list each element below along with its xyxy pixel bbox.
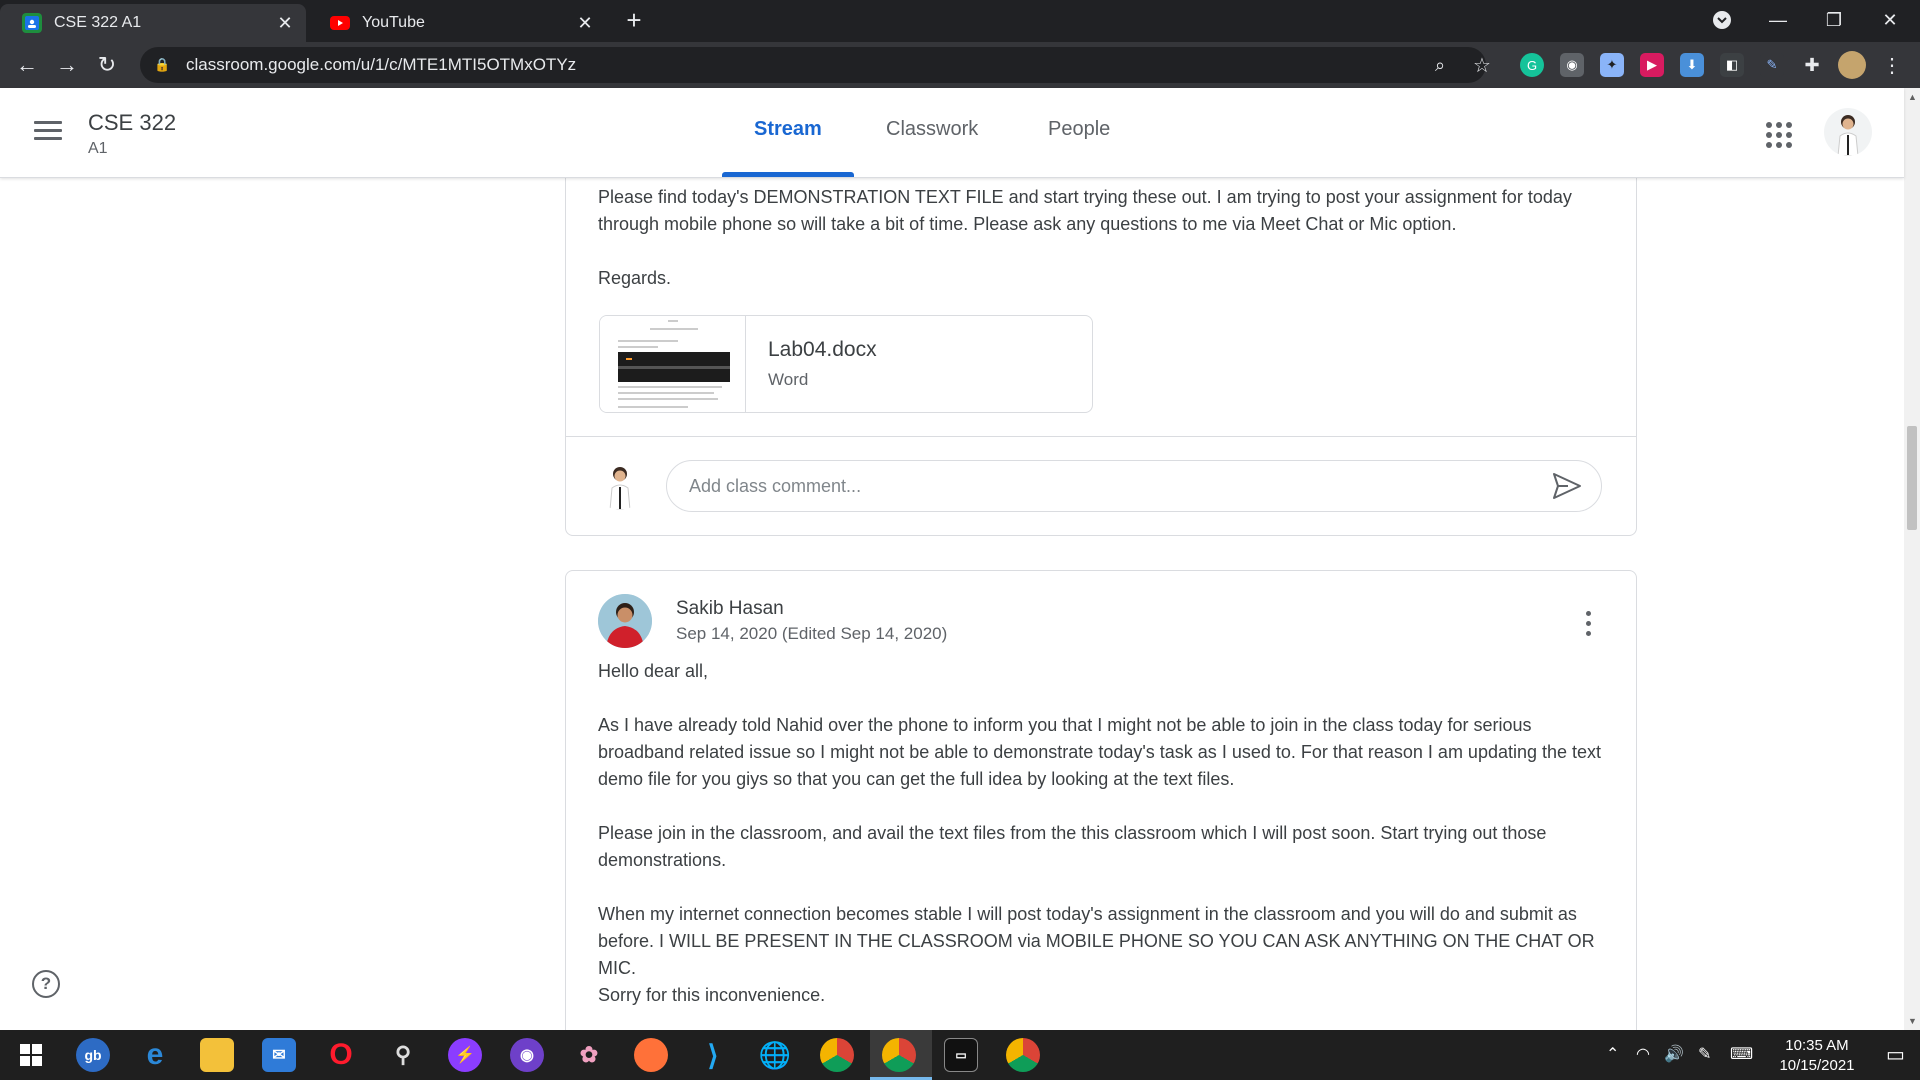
tab-youtube[interactable]: YouTube ✕ [308, 4, 606, 42]
pen-extension-icon[interactable]: ✎ [1760, 53, 1784, 77]
download-extension-icon[interactable]: ⬇ [1680, 53, 1704, 77]
extensions-puzzle-icon[interactable]: ✚ [1800, 53, 1824, 77]
tab-stream[interactable]: Stream [754, 118, 822, 141]
browser-toolbar: ← → ↻ 🔒 classroom.google.com/u/1/c/MTE1M… [0, 42, 1920, 88]
class-name[interactable]: CSE 322 [88, 110, 176, 136]
attachment-type: Word [768, 370, 809, 389]
reload-icon[interactable]: ↻ [90, 48, 124, 82]
page-scrollbar[interactable]: ▲ ▼ [1904, 88, 1920, 1030]
paint-app-icon[interactable]: ✿ [572, 1038, 606, 1072]
zoom-icon[interactable]: ⌕ [1428, 53, 1452, 77]
vscode-icon[interactable]: ⟩ [696, 1038, 730, 1072]
back-icon[interactable]: ← [10, 48, 44, 82]
forward-icon[interactable]: → [50, 48, 84, 82]
notification-icon[interactable]: ▭ [1886, 1042, 1905, 1067]
restore-icon[interactable]: ❐ [1806, 0, 1862, 40]
chrome-profile-icon[interactable] [882, 1038, 916, 1072]
comment-divider [566, 436, 1636, 437]
tab-people[interactable]: People [1048, 118, 1110, 141]
vpn-extension-icon[interactable]: ✦ [1600, 53, 1624, 77]
scroll-thumb[interactable] [1907, 426, 1917, 530]
search-app-icon[interactable]: gb [76, 1038, 110, 1072]
satellite-app-icon[interactable]: ⚲ [386, 1038, 420, 1072]
file-explorer-icon[interactable] [200, 1038, 234, 1072]
post-author: Sakib Hasan [676, 598, 784, 619]
close-tab-icon[interactable]: ✕ [274, 13, 296, 34]
messenger-icon[interactable]: ⚡ [448, 1038, 482, 1072]
grammarly-icon[interactable]: G [1520, 53, 1544, 77]
classroom-header: CSE 322 A1 Stream Classwork People [0, 88, 1904, 178]
attachment-name: Lab04.docx [768, 338, 877, 361]
post-body-paragraph: Please find today's DEMONSTRATION TEXT F… [598, 187, 1572, 234]
keyboard-icon[interactable]: ⌨ [1730, 1044, 1753, 1064]
google-apps-icon[interactable] [1762, 118, 1794, 150]
class-comment-input[interactable]: Add class comment... [666, 460, 1602, 512]
active-tab-indicator [722, 172, 854, 177]
youtube-icon [330, 13, 350, 33]
post-body-paragraph: Hello dear all, [598, 661, 709, 681]
bookmark-star-icon[interactable]: ☆ [1470, 53, 1494, 77]
lock-icon: 🔒 [154, 57, 171, 72]
tab-title: CSE 322 A1 [54, 14, 142, 31]
hamburger-menu-icon[interactable] [30, 116, 66, 152]
volume-icon[interactable]: 🔊 [1664, 1044, 1684, 1064]
more-options-icon[interactable] [1578, 608, 1598, 638]
edge-icon[interactable]: e [138, 1038, 172, 1072]
help-icon[interactable]: ? [32, 970, 60, 998]
taskbar-clock[interactable]: 10:35 AM 10/15/2021 [1762, 1036, 1872, 1076]
minimize-icon[interactable]: — [1750, 0, 1806, 40]
close-tab-icon[interactable]: ✕ [574, 13, 596, 34]
windows-taskbar: gb e ✉ O ⚲ ⚡ ◉ ✿ ⟩ 🌐 ▭ ⌃ ◠ 🔊 ✎ ⌨ 10:35 A… [0, 1030, 1920, 1080]
post-date: Sep 14, 2020 (Edited Sep 14, 2020) [676, 624, 948, 643]
class-section: A1 [88, 140, 108, 157]
new-tab-button[interactable]: + [608, 0, 660, 40]
document-thumbnail [600, 316, 746, 412]
pen-icon[interactable]: ✎ [1698, 1044, 1711, 1064]
profile-avatar-icon[interactable] [1838, 51, 1866, 79]
close-window-icon[interactable]: ✕ [1862, 0, 1918, 40]
windows-start-icon[interactable] [14, 1038, 48, 1072]
address-bar[interactable]: 🔒 classroom.google.com/u/1/c/MTE1MTI5OTM… [140, 47, 1486, 83]
browser-tab-strip: CSE 322 A1 ✕ YouTube ✕ + — ❐ ✕ [0, 0, 1920, 42]
play-extension-icon[interactable]: ▶ [1640, 53, 1664, 77]
opera-icon[interactable]: O [324, 1038, 358, 1072]
camera-extension-icon[interactable]: ◉ [1560, 53, 1584, 77]
chrome-icon[interactable] [820, 1038, 854, 1072]
chrome-menu-icon[interactable]: ⋮ [1880, 53, 1904, 77]
mail-icon[interactable]: ✉ [262, 1038, 296, 1072]
post-body-paragraph: Regards. [598, 268, 672, 288]
terminal-icon[interactable]: ▭ [944, 1038, 978, 1072]
scroll-up-icon[interactable]: ▲ [1908, 92, 1917, 102]
scroll-down-icon[interactable]: ▼ [1908, 1016, 1917, 1026]
attachment-card[interactable]: Lab04.docx Word [599, 315, 1093, 413]
post-body-paragraph: Please join in the classroom, and avail … [598, 823, 1547, 870]
url-text: classroom.google.com/u/1/c/MTE1MTI5OTMxO… [186, 55, 577, 74]
author-avatar [598, 594, 652, 648]
globe-app-icon[interactable]: 🌐 [758, 1038, 792, 1072]
screen-extension-icon[interactable]: ◧ [1720, 53, 1744, 77]
send-icon[interactable] [1552, 472, 1582, 500]
chrome-canary-icon[interactable] [1006, 1038, 1040, 1072]
post-body-paragraph: When my internet connection becomes stab… [598, 904, 1595, 978]
tab-classwork[interactable]: Classwork [886, 118, 978, 141]
google-classroom-icon [22, 13, 42, 33]
tab-search-icon[interactable] [1694, 0, 1750, 40]
clock-date: 10/15/2021 [1779, 1057, 1855, 1074]
commenter-avatar [596, 462, 644, 510]
firefox-icon[interactable] [634, 1038, 668, 1072]
stream-content: Please find today's DEMONSTRATION TEXT F… [0, 178, 1904, 1030]
avatar[interactable] [1824, 108, 1872, 156]
tab-cse322[interactable]: CSE 322 A1 ✕ [0, 4, 306, 42]
github-icon[interactable]: ◉ [510, 1038, 544, 1072]
clock-time: 10:35 AM [1785, 1037, 1849, 1054]
tab-title: YouTube [362, 14, 425, 31]
wifi-icon[interactable]: ◠ [1636, 1044, 1650, 1064]
show-hidden-icons-icon[interactable]: ⌃ [1606, 1044, 1619, 1064]
post-body-paragraph: As I have already told Nahid over the ph… [598, 715, 1602, 789]
post-body-paragraph: Sorry for this inconvenience. [598, 985, 826, 1005]
